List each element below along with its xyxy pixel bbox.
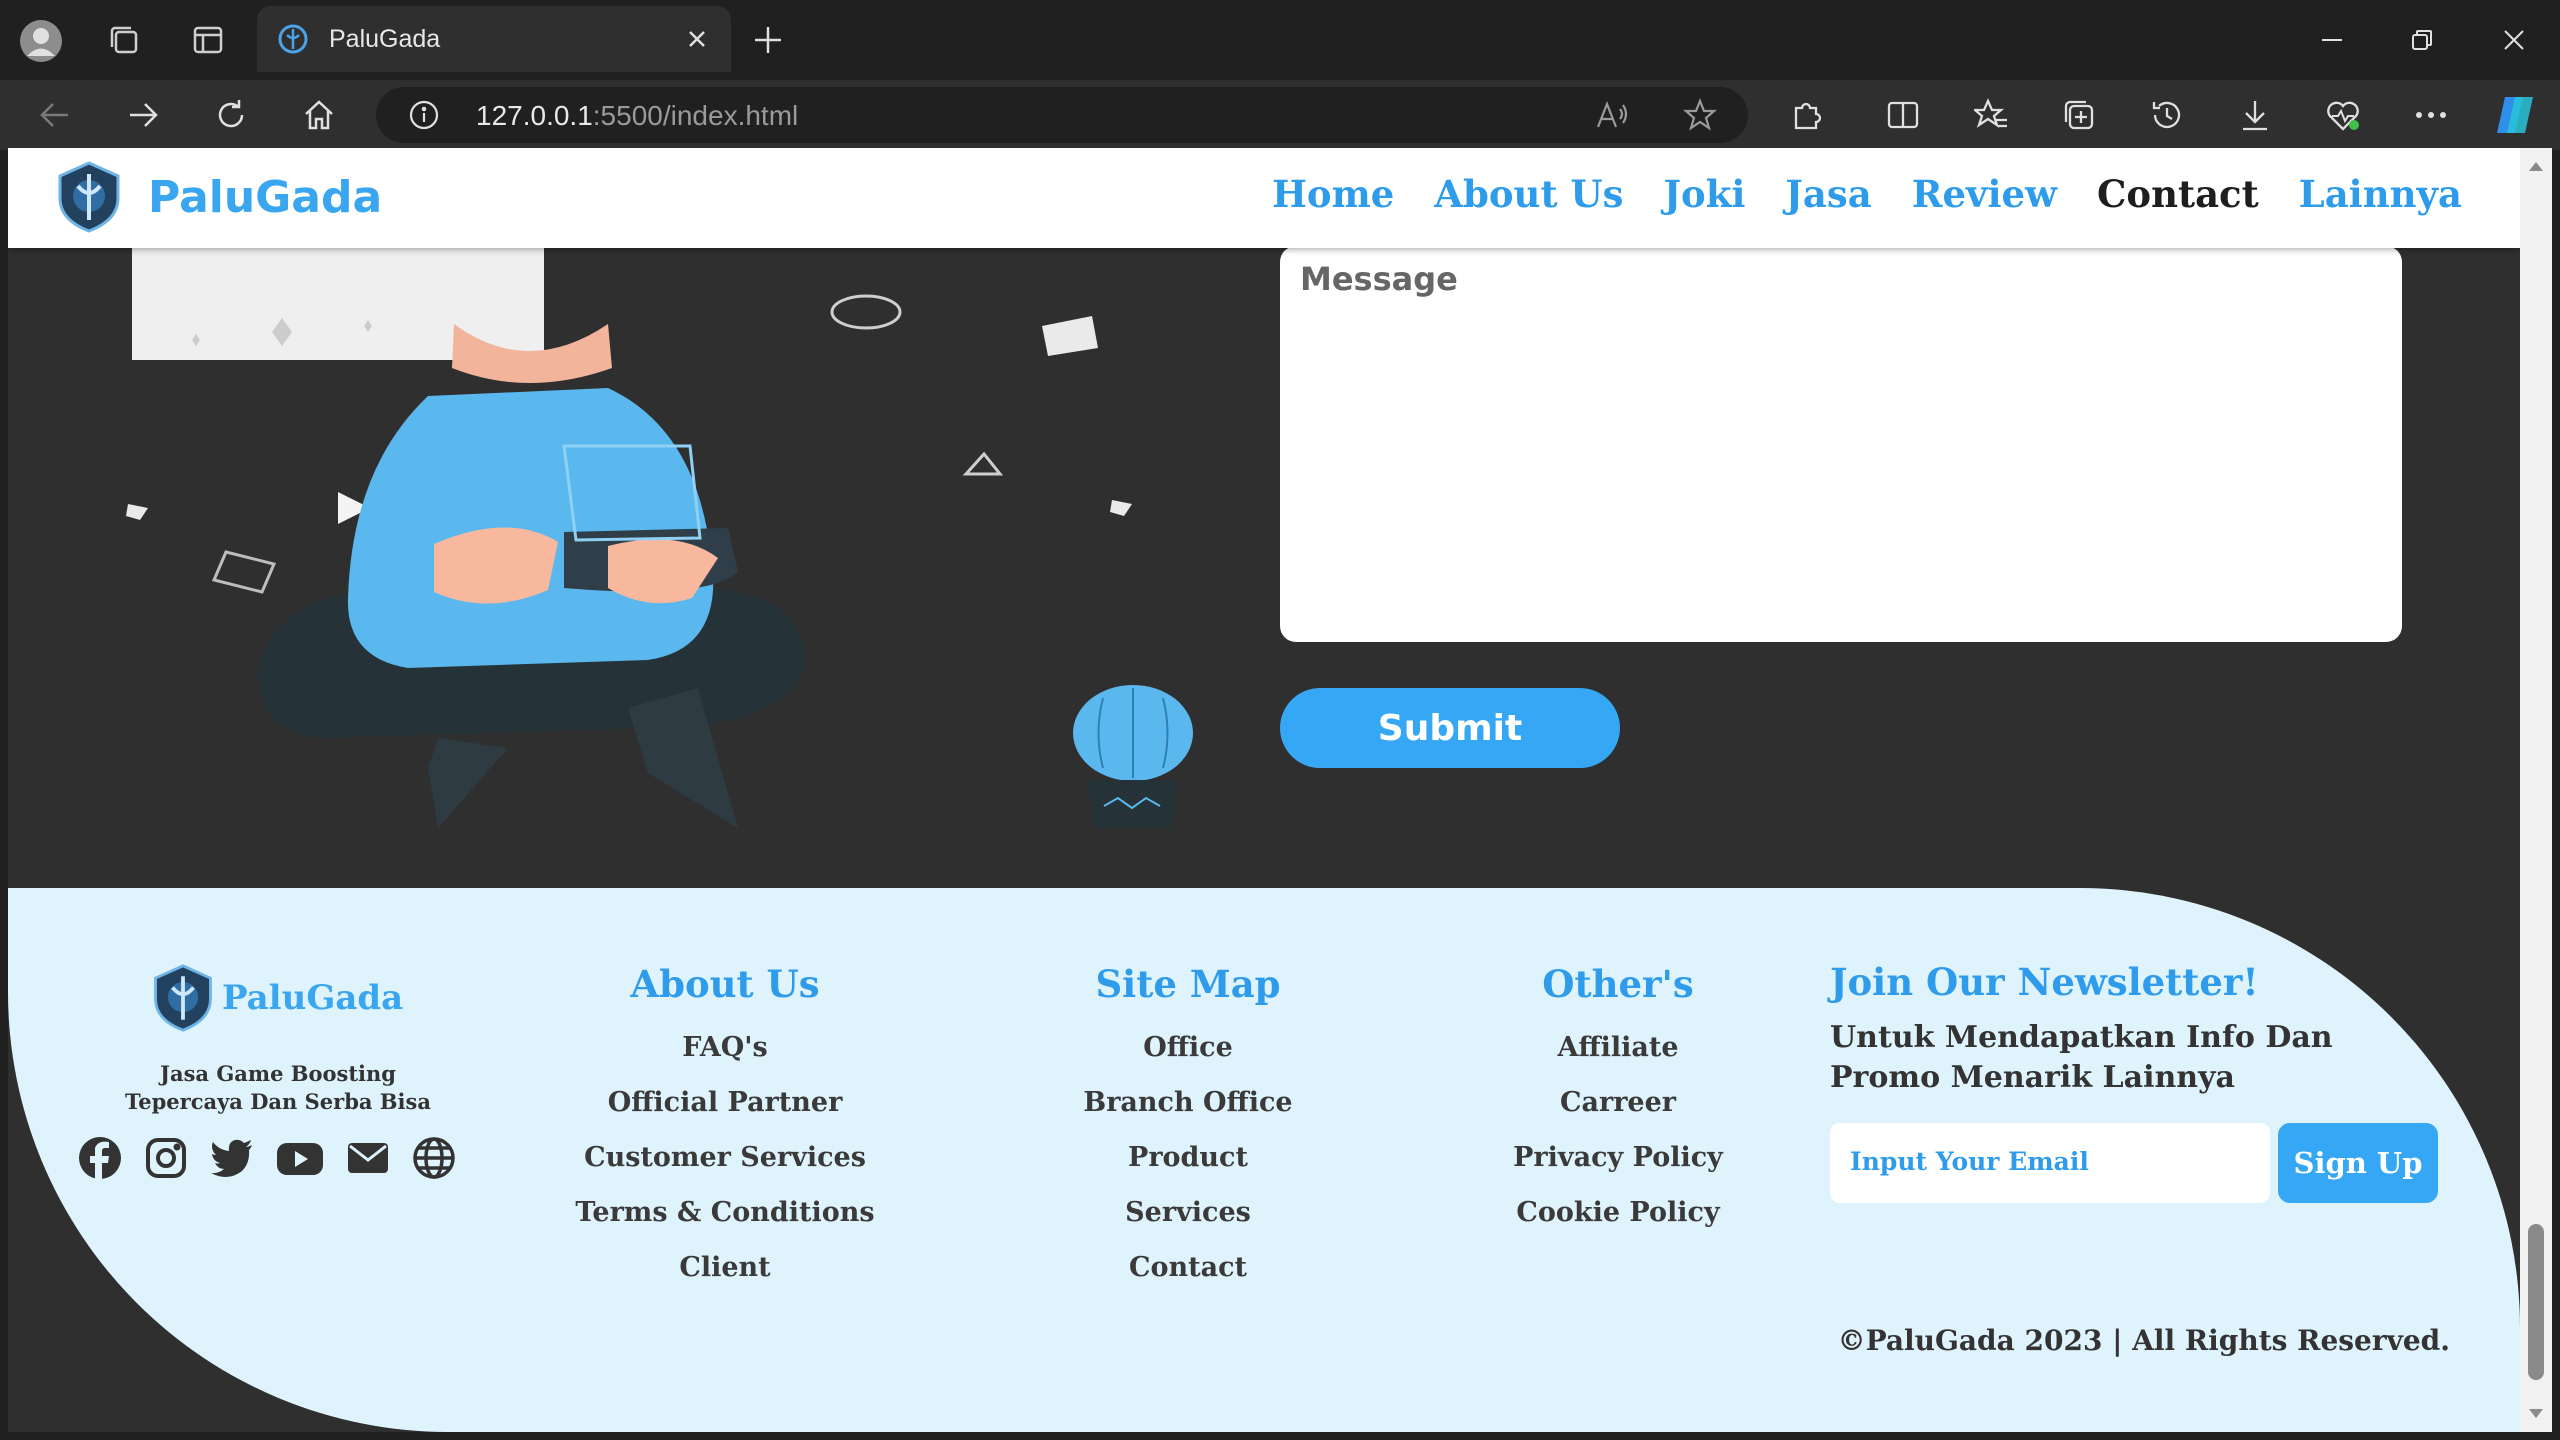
scrollbar-thumb[interactable] [2528,1224,2544,1380]
youtube-icon[interactable] [276,1136,324,1180]
nav-home[interactable]: Home [1272,172,1394,216]
site-favicon-icon [277,23,309,55]
nav-joki[interactable]: Joki [1664,172,1746,216]
footer-link-faqs[interactable]: FAQ's [568,1020,882,1075]
read-aloud-icon[interactable] [1594,97,1630,133]
palugada-logo-icon [52,160,126,234]
newsletter-text: Untuk Mendapatkan Info Dan Promo Menarik… [1830,1020,2333,1095]
footer-link-contact[interactable]: Contact [1058,1240,1318,1295]
site-footer: PaluGada Jasa Game Boosting Tepercaya Da… [8,888,2520,1432]
history-icon[interactable] [2146,94,2188,136]
footer-link-office[interactable]: Office [1058,1020,1318,1075]
globe-icon[interactable] [412,1136,456,1180]
nav-review[interactable]: Review [1912,172,2057,216]
tab-actions-icon[interactable] [188,20,228,60]
facebook-icon[interactable] [78,1136,122,1180]
newsletter-title: Join Our Newsletter! [1830,960,2259,1004]
twitter-icon[interactable] [210,1136,254,1180]
brand-name: PaluGada [148,171,383,223]
minimize-icon[interactable] [2312,20,2352,60]
favorite-star-icon[interactable] [1682,97,1718,133]
footer-about-title: About Us [630,962,820,1006]
back-icon[interactable] [34,94,76,136]
footer-link-privacy-policy[interactable]: Privacy Policy [1488,1130,1748,1185]
footer-link-official-partner[interactable]: Official Partner [568,1075,882,1130]
palugada-logo-icon [148,960,218,1036]
footer-others-column: Other's Affiliate Carreer Privacy Policy… [1488,962,1748,1240]
footer-link-terms[interactable]: Terms & Conditions [568,1185,882,1240]
footer-tagline: Jasa Game Boosting Tepercaya Dan Serba B… [118,1060,438,1116]
copyright: ©PaluGada 2023 | All Rights Reserved. [1837,1324,2450,1357]
mail-icon[interactable] [346,1136,390,1180]
site-brand[interactable]: PaluGada [52,160,382,234]
scroll-down-icon[interactable] [2528,1408,2544,1420]
footer-about-column: About Us FAQ's Official Partner Customer… [568,962,882,1295]
signup-button[interactable]: Sign Up [2278,1123,2438,1203]
page-scrollbar[interactable] [2520,148,2552,1432]
instagram-icon[interactable] [144,1136,188,1180]
message-textarea[interactable]: Message [1280,246,2402,642]
copilot-icon[interactable] [2490,90,2540,140]
footer-brand-name: PaluGada [222,978,404,1018]
collections-icon[interactable] [2058,94,2100,136]
nav-contact[interactable]: Contact [2097,172,2259,216]
url-text: 127.0.0.1:5500/index.html [476,100,799,131]
browser-tab[interactable]: PaluGada [257,6,731,72]
site-info-icon[interactable] [406,97,442,133]
more-menu-icon[interactable] [2410,94,2452,136]
workspaces-icon[interactable] [104,20,144,60]
submit-button[interactable]: Submit [1280,688,1620,768]
footer-link-services[interactable]: Services [1058,1185,1318,1240]
scroll-up-icon[interactable] [2528,160,2544,172]
footer-link-customer-services[interactable]: Customer Services [568,1130,882,1185]
home-icon[interactable] [298,94,340,136]
nav-about-us[interactable]: About Us [1434,172,1623,216]
extensions-icon[interactable] [1786,94,1828,136]
refresh-icon[interactable] [210,94,252,136]
social-links [78,1136,456,1180]
site-navbar: PaluGada Home About Us Joki Jasa Review … [8,148,2520,248]
restore-icon[interactable] [2402,20,2442,60]
split-screen-icon[interactable] [1882,94,1924,136]
email-placeholder: Input Your Email [1850,1147,2089,1176]
nav-jasa[interactable]: Jasa [1785,172,1871,216]
footer-link-cookie-policy[interactable]: Cookie Policy [1488,1185,1748,1240]
newsletter-email-input[interactable]: Input Your Email [1830,1123,2270,1203]
tab-title: PaluGada [329,24,441,53]
browser-toolbar: 127.0.0.1:5500/index.html [0,80,2560,150]
new-tab-icon[interactable] [748,20,788,60]
browser-tab-bar: PaluGada [0,0,2560,80]
footer-link-affiliate[interactable]: Affiliate [1488,1020,1748,1075]
gamer-illustration [88,228,1238,928]
footer-sitemap-title: Site Map [1095,962,1281,1006]
address-bar[interactable]: 127.0.0.1:5500/index.html [376,87,1748,143]
downloads-icon[interactable] [2234,94,2276,136]
site-nav-links: Home About Us Joki Jasa Review Contact L… [1272,172,2462,216]
footer-link-client[interactable]: Client [568,1240,882,1295]
footer-others-title: Other's [1542,962,1694,1006]
footer-link-branch-office[interactable]: Branch Office [1058,1075,1318,1130]
footer-sitemap-column: Site Map Office Branch Office Product Se… [1058,962,1318,1295]
tagline-line-2: Tepercaya Dan Serba Bisa [125,1089,431,1114]
newsletter-section: Join Our Newsletter! Untuk Mendapatkan I… [1830,960,2390,1098]
forward-icon[interactable] [122,94,164,136]
nav-lainnya[interactable]: Lainnya [2299,172,2462,216]
tagline-line-1: Jasa Game Boosting [160,1061,396,1086]
favorites-icon[interactable] [1970,94,2012,136]
browser-essentials-icon[interactable] [2322,94,2364,136]
message-placeholder: Message [1300,260,1458,298]
footer-link-carreer[interactable]: Carreer [1488,1075,1748,1130]
close-window-icon[interactable] [2494,20,2534,60]
close-tab-icon[interactable] [677,19,717,59]
footer-link-product[interactable]: Product [1058,1130,1318,1185]
footer-brand[interactable]: PaluGada [148,960,403,1036]
profile-icon[interactable] [18,18,64,64]
page-viewport: PaluGada Home About Us Joki Jasa Review … [8,148,2520,1432]
